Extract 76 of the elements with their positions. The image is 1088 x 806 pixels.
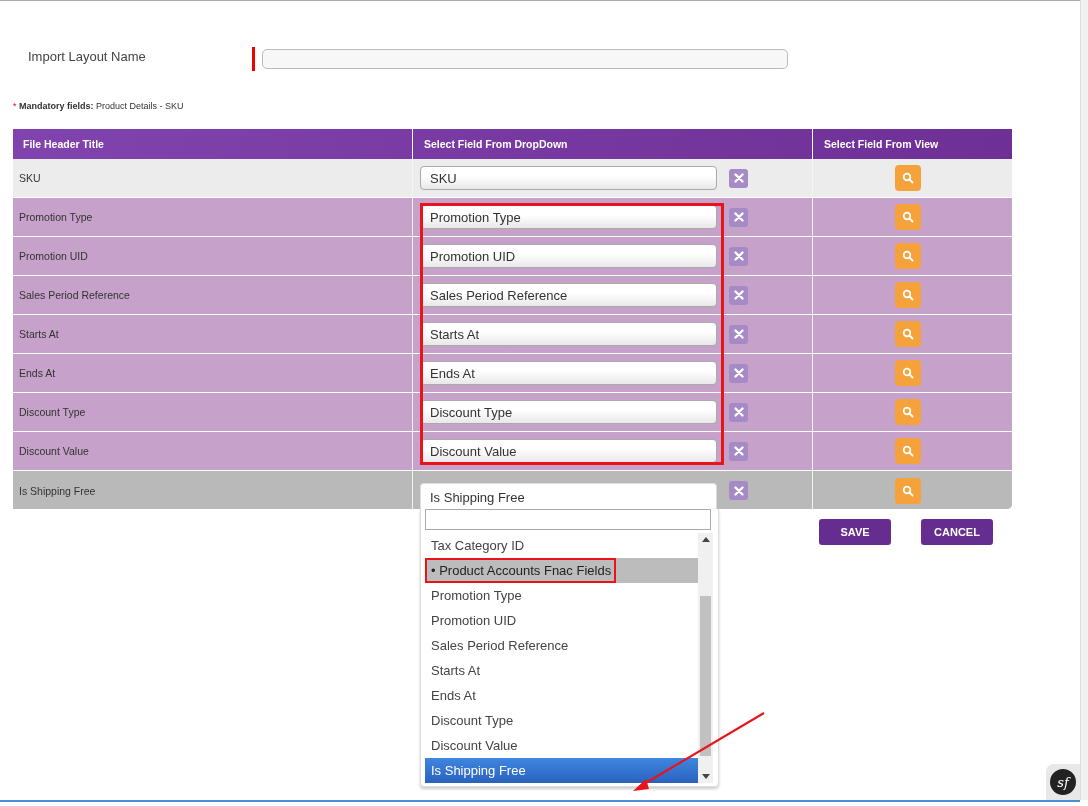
- dropdown-option[interactable]: Ends At: [425, 683, 698, 708]
- dropdown-option[interactable]: Promotion Type: [425, 583, 698, 608]
- field-dropdown[interactable]: Is Shipping Free: [420, 483, 717, 510]
- search-icon: [902, 172, 914, 184]
- close-icon: [733, 251, 744, 261]
- table-cell: Discount Type: [19, 406, 86, 418]
- search-icon: [902, 367, 914, 379]
- field-dropdown[interactable]: SKU: [420, 166, 717, 190]
- dropdown-option[interactable]: Sales Period Reference: [425, 633, 698, 658]
- close-icon: [733, 407, 744, 417]
- search-icon: [902, 445, 914, 457]
- clear-button[interactable]: [729, 168, 748, 188]
- close-icon: [733, 290, 744, 300]
- search-icon: [902, 406, 914, 418]
- search-icon: [902, 250, 914, 262]
- required-marker: [252, 47, 255, 71]
- field-dropdown[interactable]: Promotion Type: [420, 205, 717, 229]
- field-label: Import Layout Name: [28, 48, 147, 64]
- dropdown-option[interactable]: Starts At: [425, 658, 698, 683]
- field-dropdown[interactable]: Starts At: [420, 322, 717, 346]
- search-icon: [902, 484, 914, 497]
- dropdown-option[interactable]: Tax Category ID: [425, 533, 698, 558]
- dropdown-option[interactable]: Discount Type: [425, 708, 698, 733]
- search-button[interactable]: [895, 438, 921, 464]
- action-button[interactable]: CANCEL: [921, 519, 993, 545]
- scroll-up-icon[interactable]: [701, 537, 710, 542]
- search-button[interactable]: [895, 282, 921, 308]
- field-dropdown[interactable]: Discount Type: [420, 400, 717, 424]
- scroll-down-icon[interactable]: [701, 774, 710, 779]
- field-dropdown[interactable]: Sales Period Reference: [420, 283, 717, 307]
- search-button[interactable]: [895, 321, 921, 347]
- clear-button[interactable]: [729, 207, 748, 227]
- page-scrollbar[interactable]: [1080, 0, 1088, 800]
- search-button[interactable]: [895, 243, 921, 269]
- search-button[interactable]: [895, 360, 921, 386]
- table-cell: Ends At: [19, 367, 56, 379]
- table-cell: Is Shipping Free: [19, 484, 96, 497]
- clear-button[interactable]: [729, 402, 748, 422]
- action-button[interactable]: SAVE: [819, 519, 891, 545]
- layout-name-input[interactable]: [262, 49, 788, 69]
- close-icon: [733, 173, 744, 183]
- table-cell: Promotion UID: [19, 250, 88, 262]
- table-cell: Discount Value: [19, 445, 89, 457]
- search-button[interactable]: [895, 165, 921, 191]
- table-cell: Promotion Type: [19, 211, 93, 223]
- dropdown-option[interactable]: Promotion UID: [425, 608, 698, 633]
- clear-button[interactable]: [729, 324, 748, 344]
- close-icon: [733, 329, 744, 339]
- scrollbar[interactable]: [698, 533, 713, 783]
- column-header: Select Field From View: [823, 137, 940, 152]
- table-cell: Starts At: [19, 328, 59, 340]
- search-button[interactable]: [895, 399, 921, 425]
- close-icon: [733, 212, 744, 222]
- search-icon: [902, 328, 914, 340]
- clear-button[interactable]: [729, 441, 748, 461]
- search-button[interactable]: [895, 204, 921, 230]
- search-button[interactable]: [895, 477, 921, 504]
- table-cell: SKU: [19, 172, 41, 184]
- clear-button[interactable]: [729, 481, 748, 500]
- search-icon: [902, 289, 914, 301]
- search-field[interactable]: [425, 509, 711, 530]
- field-dropdown[interactable]: Discount Value: [420, 439, 717, 463]
- dropdown-option[interactable]: Discount Value: [425, 733, 698, 758]
- close-icon: [733, 485, 744, 496]
- field-dropdown[interactable]: Ends At: [420, 361, 717, 385]
- field-dropdown[interactable]: Promotion UID: [420, 244, 717, 268]
- close-icon: [733, 446, 744, 456]
- mandatory-note: Mandatory fields: Product Details - SKU: [19, 101, 184, 111]
- required-asterisk: *: [13, 101, 17, 111]
- close-icon: [733, 368, 744, 378]
- table-cell: Sales Period Reference: [19, 289, 130, 301]
- clear-button[interactable]: [729, 285, 748, 305]
- clear-button[interactable]: [729, 246, 748, 266]
- dropdown-option[interactable]: Is Shipping Free: [425, 758, 698, 783]
- clear-button[interactable]: [729, 363, 748, 383]
- search-icon: [902, 211, 914, 223]
